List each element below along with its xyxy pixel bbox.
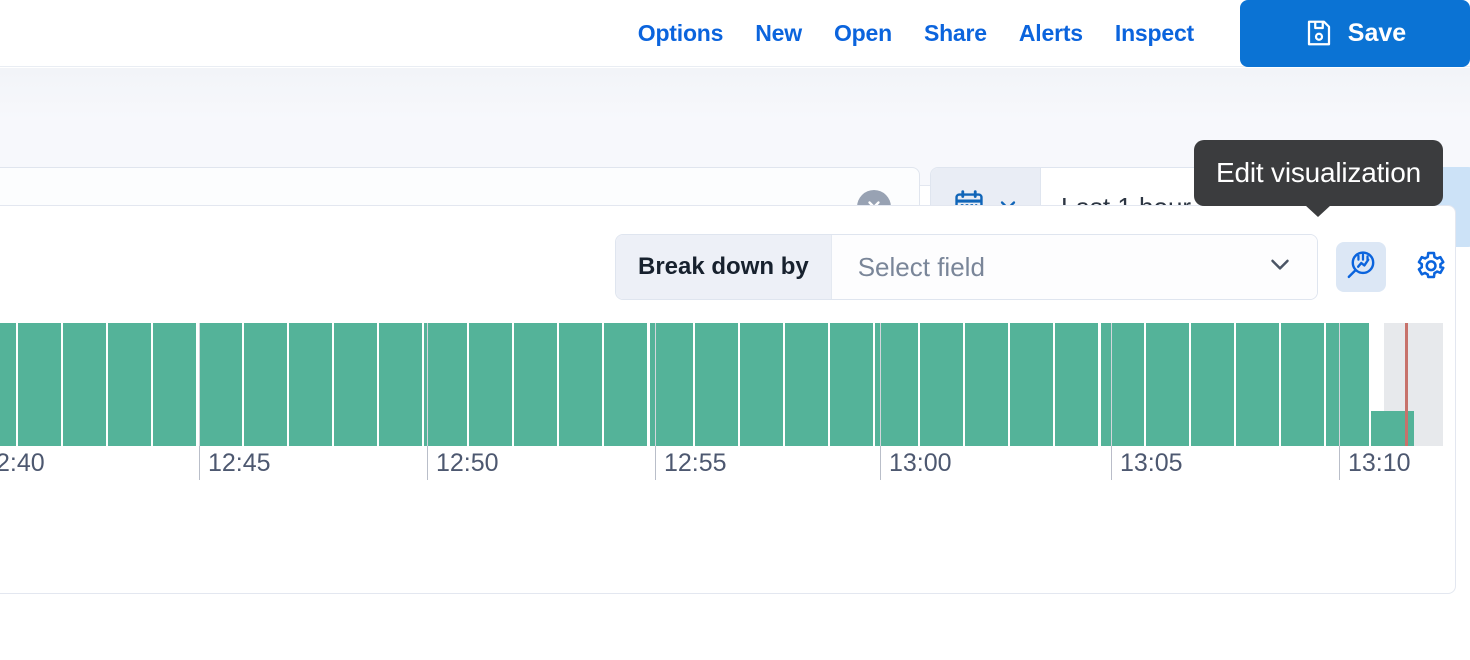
histogram-bar[interactable] [739,323,783,446]
histogram-plot-area[interactable] [0,323,1457,446]
break-down-by-label: Break down by [616,235,832,299]
histogram-bar[interactable] [965,323,1009,446]
histogram-bar[interactable] [469,323,513,446]
tooltip-arrow [1305,205,1332,217]
histogram-bar[interactable] [1190,323,1234,446]
save-floppy-icon [1304,18,1334,48]
x-axis-tick-label: 12:55 [655,446,727,480]
histogram-bar[interactable] [424,323,467,446]
histogram-bar[interactable] [875,323,918,446]
histogram-bar[interactable] [514,323,558,446]
save-button-label: Save [1347,18,1407,47]
chart-controls-row: Break down by Select field [615,234,1454,300]
nav-open[interactable]: Open [818,21,908,45]
x-axis-tick-label: 13:00 [880,446,952,480]
histogram-bar[interactable] [333,323,377,446]
histogram-bar[interactable] [784,323,828,446]
tooltip-label: Edit visualization [1216,157,1421,188]
histogram-bar[interactable] [920,323,964,446]
histogram-bar[interactable] [0,323,16,446]
histogram-bar[interactable] [604,323,648,446]
histogram-bar[interactable] [829,323,873,446]
histogram-bar[interactable] [1010,323,1054,446]
x-axis-tick-label: 12:45 [199,446,271,480]
top-navigation-bar: Options New Open Share Alerts Inspect Sa… [0,0,1470,67]
histogram-gridline [1339,323,1340,446]
histogram-bar[interactable] [1235,323,1279,446]
histogram-chart[interactable]: 2:40 12:45 12:50 12:55 13:00 13:05 13:10 [0,323,1457,480]
histogram-bar[interactable] [1280,323,1324,446]
x-axis-tick-label: 13:10 [1339,446,1411,480]
histogram-gridline [199,323,200,446]
histogram-gridline [655,323,656,446]
histogram-bar[interactable] [1100,323,1144,446]
discover-histogram-screen: Options New Open Share Alerts Inspect Sa… [0,0,1470,660]
histogram-bar[interactable] [198,323,242,446]
edit-visualization-tooltip: Edit visualization [1194,140,1443,217]
x-axis-tick-label: 13:05 [1111,446,1183,480]
histogram-bar[interactable] [1055,323,1099,446]
histogram-bar[interactable] [288,323,332,446]
histogram-bar[interactable] [1145,323,1189,446]
histogram-gridline [427,323,428,446]
nav-alerts[interactable]: Alerts [1003,21,1099,45]
histogram-gridline [880,323,881,446]
edit-visualization-button[interactable] [1336,242,1386,292]
gear-icon [1411,247,1447,288]
histogram-panel: Break down by Select field 2:40 12:45 12… [0,205,1456,594]
chart-settings-button[interactable] [1404,242,1454,292]
histogram-bar[interactable] [18,323,62,446]
histogram-bar[interactable] [1326,323,1369,446]
x-axis-tick-label: 12:50 [427,446,499,480]
histogram-bar[interactable] [63,323,107,446]
nav-options[interactable]: Options [638,21,739,45]
chevron-down-icon [1265,249,1295,286]
break-down-by-placeholder: Select field [857,251,985,282]
current-time-line [1405,323,1408,446]
x-axis-tick-label: 2:40 [0,446,45,480]
break-down-by-control[interactable]: Break down by Select field [615,234,1318,300]
lens-magnifier-chart-icon [1344,248,1378,287]
histogram-bar[interactable] [694,323,738,446]
histogram-bar[interactable] [153,323,197,446]
save-button[interactable]: Save [1240,0,1470,67]
nav-new[interactable]: New [739,21,818,45]
break-down-by-select[interactable]: Select field [831,235,1317,299]
histogram-x-axis: 2:40 12:45 12:50 12:55 13:00 13:05 13:10 [0,446,1457,486]
histogram-bar[interactable] [243,323,287,446]
histogram-gridline [1111,323,1112,446]
nav-share[interactable]: Share [908,21,1003,45]
histogram-bar[interactable] [559,323,603,446]
nav-inspect[interactable]: Inspect [1099,21,1210,45]
histogram-bar[interactable] [108,323,152,446]
histogram-bar[interactable] [378,323,422,446]
